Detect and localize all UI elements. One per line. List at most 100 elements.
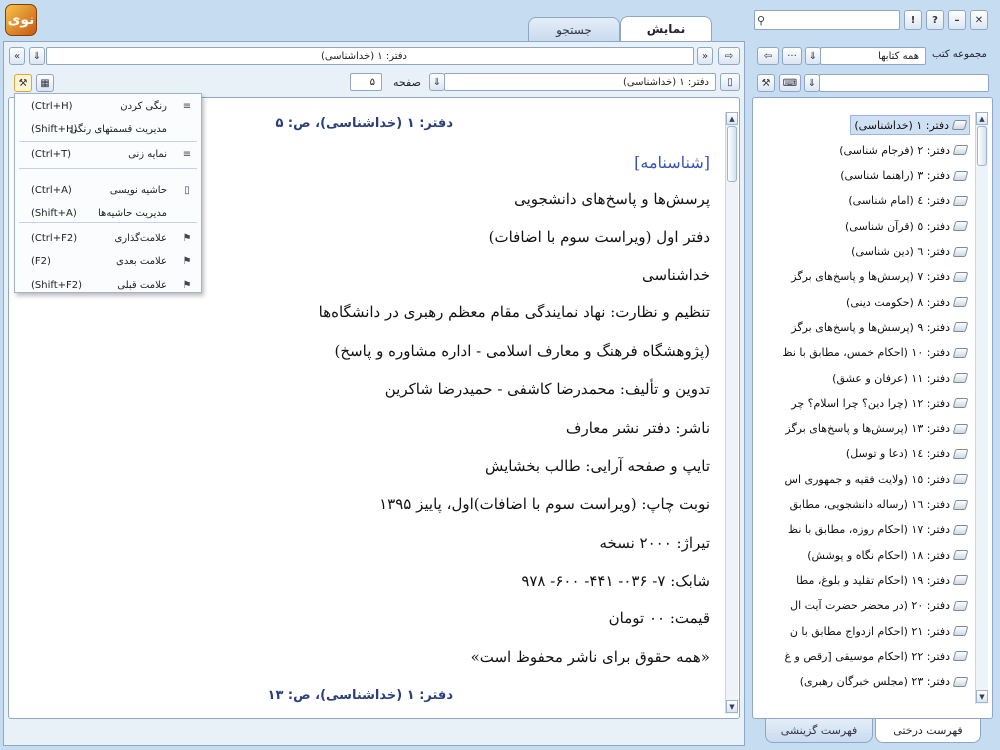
book-icon	[952, 145, 969, 156]
book-icon-button[interactable]: ▯	[720, 73, 740, 91]
text-scrollbar[interactable]: ▲ ▼	[725, 112, 738, 714]
scroll-down-button[interactable]: ▼	[726, 700, 738, 713]
tree-item-label: دفتر: ۱٥ (ولایت فقیه و جمهوری اس	[784, 472, 950, 486]
book-icon	[952, 271, 969, 282]
tools-button[interactable]: ⚒	[14, 74, 32, 92]
collection-select[interactable]: همه کتابها	[820, 47, 926, 65]
tree-item[interactable]: دفتر: ۱۸ (احکام نگاه و پوشش)	[804, 545, 970, 565]
bookmark-icon: ⚑	[182, 233, 192, 244]
content-line: تدوین و تألیف: محمدرضا کاشفی - حمیدرضا ش…	[384, 380, 710, 398]
book-select-value: دفتر: ۱ (خداشناسی)	[622, 76, 709, 88]
tree-item[interactable]: دفتر: ۲۰ (در محضر حضرت آیت ال	[787, 596, 970, 616]
tree-tools-button[interactable]: ⚒	[757, 74, 775, 92]
book-icon	[952, 499, 969, 510]
tree-item[interactable]: دفتر: ۲۳ (مجلس خبرگان رهبری)	[797, 672, 970, 692]
global-search-input[interactable]: ⚲	[754, 10, 900, 30]
tab-display[interactable]: نمایش	[620, 16, 712, 41]
tree-item-label: دفتر: ۲۳ (مجلس خبرگان رهبری)	[799, 675, 950, 689]
tree-item-label: دفتر: ۱۱ (عرفان و عشق)	[832, 371, 950, 385]
tree-item[interactable]: دفتر: ۲۲ (احکام موسیقی [رقص و غ	[781, 646, 970, 666]
down-arrow-button[interactable]: ⇓	[29, 47, 45, 65]
tree-item[interactable]: دفتر: ٤ (امام شناسی)	[845, 191, 970, 211]
tree-item[interactable]: دفتر: ٦ (دین شناسی)	[848, 242, 970, 262]
tab-tree-index[interactable]: فهرست درختی	[875, 719, 981, 743]
tree-item-label: دفتر: ۱٤ (دعا و توسل)	[845, 447, 950, 461]
tree-item[interactable]: دفتر: ۱۲ (چرا دین؟ چرا اسلام؟ چر	[788, 393, 970, 413]
menu-item[interactable]: ≡ نمایه زنی (Ctrl+T)	[15, 144, 201, 166]
scroll-thumb[interactable]	[727, 126, 737, 182]
address-text: دفتر: ۱ (خداشناسی)	[320, 50, 407, 62]
tree-item[interactable]: دفتر: ۳ (راهنما شناسی)	[837, 166, 970, 186]
tree-item-label: دفتر: ۱ (خداشناسی)	[854, 118, 949, 132]
keyboard-icon: ⌨	[782, 77, 798, 89]
menu-separator	[19, 168, 197, 169]
keyboard-button[interactable]: ⌨	[779, 74, 801, 92]
tree-item[interactable]: دفتر: ۹ (پرسش‌ها و پاسخ‌های برگز	[788, 317, 970, 337]
menu-item-label: علامت‌گذاری	[114, 233, 167, 244]
tree-item[interactable]: دفتر: ۱٦ (رساله دانشجویی، مطابق	[787, 495, 970, 515]
collapse-arrow-button[interactable]: »	[697, 47, 713, 65]
book-icon	[952, 398, 969, 409]
scroll-up-button[interactable]: ▲	[726, 112, 738, 125]
tree-item[interactable]: دفتر: ۲ (فرجام شناسی)	[836, 140, 970, 160]
book-icon	[952, 448, 969, 459]
close-button[interactable]: ✕	[970, 10, 988, 30]
tree-item[interactable]: دفتر: ۱۹ (احکام تقلید و بلوغ، مطا	[793, 570, 970, 590]
tree-item[interactable]: دفتر: ۱٥ (ولایت فقیه و جمهوری اس	[782, 469, 970, 489]
help-button[interactable]: !	[904, 10, 922, 30]
menu-item-label: رنگی کردن	[120, 101, 167, 112]
book-select[interactable]: دفتر: ۱ (خداشناسی)	[444, 73, 716, 91]
tree-item[interactable]: دفتر: ۱۱ (عرفان و عشق)	[829, 368, 970, 388]
tab-selective-index[interactable]: فهرست گزینشی	[765, 719, 873, 743]
tree-item-label: دفتر: ۱۳ (پرسش‌ها و پاسخ‌های برگز	[785, 422, 950, 436]
tree-item[interactable]: دفتر: ٥ (قرآن شناسی)	[842, 216, 970, 236]
menu-separator	[19, 141, 197, 142]
address-field[interactable]: دفتر: ۱ (خداشناسی)	[46, 47, 694, 65]
tree-item-label: دفتر: ۱۷ (احکام روزه، مطابق با نظ	[787, 523, 950, 537]
minimize-button[interactable]: –	[948, 10, 966, 30]
menu-item[interactable]: ⚑ علامت بعدی (F2)	[15, 251, 201, 273]
layout-button[interactable]: ▦	[36, 74, 54, 92]
more-button[interactable]: ···	[782, 47, 802, 65]
back-button[interactable]: ⇦	[757, 47, 779, 65]
tab-search[interactable]: جستجو	[528, 17, 620, 41]
tree-item-label: دفتر: ۱٦ (رساله دانشجویی، مطابق	[789, 498, 950, 511]
book-icon	[952, 221, 969, 232]
tree-item-label: دفتر: ۱۰ (احکام خمس، مطابق با نظ	[782, 346, 950, 360]
book-dropdown-arrow[interactable]: ⇓	[429, 73, 445, 91]
tree-filter-arrow[interactable]: ⇓	[804, 74, 820, 92]
forward-button[interactable]: ⇨	[718, 47, 740, 65]
menu-item[interactable]: ⚑ علامت قبلی (Shift+F2)	[15, 275, 201, 297]
index-icon: ≡	[182, 149, 192, 160]
tree-item[interactable]: دفتر: ۱٤ (دعا و توسل)	[843, 444, 970, 464]
content-line: تنظیم و نظارت: نهاد نمایندگی مقام معظم ر…	[318, 303, 710, 321]
collection-dropdown-arrow[interactable]: ⇓	[805, 47, 821, 65]
expand-arrow-button[interactable]: «	[9, 47, 25, 65]
logo-text: نوی	[7, 12, 35, 28]
bookmark-next-icon: ⚑	[182, 256, 192, 267]
tree-item[interactable]: دفتر: ۱۷ (احکام روزه، مطابق با نظ	[785, 520, 970, 540]
tree-item[interactable]: دفتر: ۸ (حکومت دینی)	[843, 292, 970, 312]
menu-item-label: مدیریت حاشیه‌ها	[98, 208, 167, 219]
tree-scroll-thumb[interactable]	[977, 126, 987, 166]
menu-item[interactable]: ▯ حاشیه نویسی (Ctrl+A)	[15, 180, 201, 202]
book-icon	[952, 170, 969, 181]
wrench-icon: ⚒	[18, 77, 28, 89]
tree-item[interactable]: دفتر: ۲۱ (احکام ازدواج مطابق با ن	[787, 621, 970, 641]
tree-item[interactable]: دفتر: ۱ (خداشناسی)	[850, 115, 970, 135]
tree-item[interactable]: دفتر: ۱۰ (احکام خمس، مطابق با نظ	[779, 343, 970, 363]
page-number-input[interactable]: ۵	[350, 73, 382, 91]
tree-item[interactable]: دفتر: ۷ (پرسش‌ها و پاسخ‌های برگز	[788, 267, 970, 287]
menu-item[interactable]: ≡ رنگی کردن (Ctrl+H)	[15, 96, 201, 118]
tree-filter-input[interactable]	[819, 74, 989, 92]
tree-scroll-down[interactable]: ▼	[976, 690, 988, 703]
tree-scrollbar[interactable]: ▲ ▼	[975, 112, 988, 704]
question-button[interactable]: ?	[926, 10, 944, 30]
note-icon: ▯	[184, 185, 190, 196]
tree-item[interactable]: دفتر: ۱۳ (پرسش‌ها و پاسخ‌های برگز	[782, 419, 970, 439]
tree-scroll-up[interactable]: ▲	[976, 112, 988, 125]
menu-item[interactable]: ⚑ علامت‌گذاری (Ctrl+F2)	[15, 228, 201, 250]
menu-item[interactable]: مدیریت قسمتهای رنگی (Shift+H)	[15, 119, 201, 141]
page-label: صفحه	[393, 76, 421, 89]
content-line: تایپ و صفحه آرایی: طالب بخشایش	[484, 457, 710, 475]
